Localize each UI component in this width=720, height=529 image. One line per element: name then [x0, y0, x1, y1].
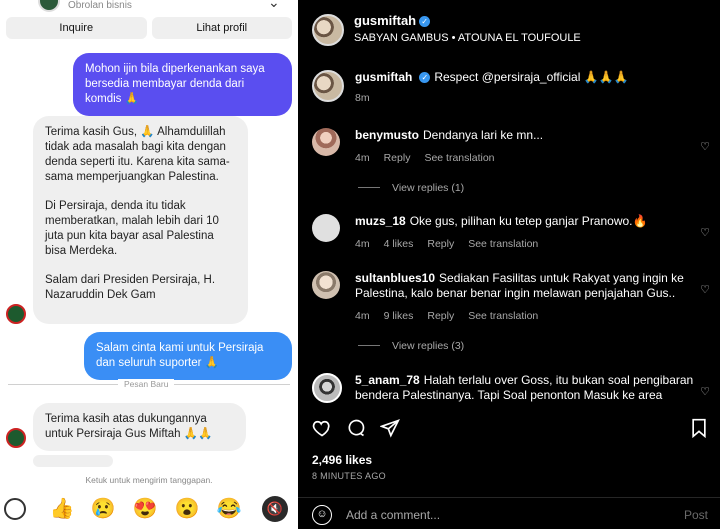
see-translation-button[interactable]: See translation [468, 238, 538, 250]
comment-text: Oke gus, pilihan ku tetep ganjar Pranowo… [409, 214, 648, 228]
caption-time: 8m [355, 92, 370, 104]
share-icon[interactable] [379, 418, 400, 443]
avatar[interactable] [312, 271, 340, 299]
message-text: Terima kasih Gus, 🙏 Alhamdulillah tidak … [45, 126, 230, 183]
emoji-icon[interactable]: ☺ [312, 505, 332, 525]
post-button[interactable]: Post [684, 508, 708, 522]
caption-username[interactable]: gusmiftah [355, 70, 412, 84]
verified-icon: ✓ [419, 72, 431, 83]
message-text: Di Persiraja, denda itu tidak memberatka… [45, 200, 219, 257]
chevron-down-icon[interactable]: ⌄ [268, 0, 280, 11]
divider-label: Pesan Baru [118, 379, 175, 389]
message-outgoing[interactable]: Mohon ijin bila diperkenankan saya berse… [73, 53, 292, 116]
comment-icon[interactable] [346, 418, 366, 443]
comment-body: benymusto Dendanya lari ke mn... 4m Reply S… [355, 128, 695, 166]
bookmark-icon[interactable] [690, 418, 708, 443]
reaction-hint: Ketuk untuk mengirim tanggapan. [85, 475, 213, 485]
comment-time: 4m [355, 238, 370, 250]
message-incoming-partial [33, 455, 113, 467]
comment-likes[interactable]: 9 likes [384, 310, 414, 322]
reaction-surprised[interactable]: 😮 [172, 494, 202, 524]
like-heart-icon[interactable] [312, 418, 332, 443]
reaction-heart-eyes[interactable]: 😍 [130, 494, 160, 524]
avatar[interactable] [312, 373, 342, 403]
message-text: Mohon ijin bila diperkenankan saya berse… [85, 63, 265, 105]
message-text: Salam dari Presiden Persiraja, H. Nazaru… [45, 274, 216, 301]
caption-text: Respect @persiraja_official 🙏🙏🙏 [434, 70, 629, 84]
avatar[interactable] [312, 70, 344, 102]
comment-time: 4m [355, 310, 370, 322]
see-translation-button[interactable]: See translation [468, 310, 538, 322]
caption-body: gusmiftah ✓ Respect @persiraja_official 🙏🙏… [355, 70, 695, 106]
chat-panel: Obrolan bisnis ⌄ Inquire Lihat profil Mo… [0, 0, 298, 529]
reply-button[interactable]: Reply [427, 310, 454, 322]
reaction-crying[interactable]: 😢 [88, 494, 118, 524]
post-audio[interactable]: SABYAN GAMBUS • ATOUNA EL TOUFOULE [354, 32, 581, 44]
caption-meta: 8m [355, 91, 695, 106]
divider [358, 345, 380, 346]
chat-header: Obrolan bisnis ⌄ [0, 0, 298, 14]
comment-username[interactable]: benymusto [355, 128, 419, 142]
heart-icon[interactable]: ♡ [700, 226, 710, 239]
heart-icon[interactable]: ♡ [700, 385, 710, 398]
view-replies-label: View replies (3) [392, 340, 465, 352]
like-count[interactable]: 2,496 likes [312, 453, 372, 467]
comment-body: 5_anam_78 Halah terlalu over Goss, itu bu… [355, 373, 695, 403]
reaction-bar: 👍 😢 😍 😮 😂 🔇 [0, 494, 298, 529]
view-replies-button[interactable]: View replies (3) [358, 340, 464, 352]
comment-username[interactable]: 5_anam_78 [355, 373, 420, 387]
inquire-button[interactable]: Inquire [6, 17, 147, 39]
sender-avatar[interactable] [6, 428, 26, 448]
chat-avatar[interactable] [38, 0, 60, 12]
verified-icon: ✓ [419, 16, 431, 27]
view-replies-label: View replies (1) [392, 182, 465, 194]
message-outgoing[interactable]: Salam cinta kami untuk Persiraja dan sel… [84, 332, 292, 380]
reply-button[interactable]: Reply [427, 238, 454, 250]
comment-likes[interactable]: 4 likes [384, 238, 414, 250]
comment-meta: 4m 4 likes Reply See translation [355, 237, 695, 252]
post-actions [312, 418, 708, 442]
avatar[interactable] [312, 128, 340, 156]
comment-meta: 4m 9 likes Reply See translation [355, 309, 695, 324]
chat-subtitle: Obrolan bisnis [68, 0, 132, 11]
divider [358, 187, 380, 188]
comment-body: muzs_18 Oke gus, pilihan ku tetep ganjar … [355, 214, 695, 252]
comment-input[interactable]: Add a comment... [346, 508, 440, 522]
view-replies-button[interactable]: View replies (1) [358, 182, 464, 194]
comment-username[interactable]: muzs_18 [355, 214, 406, 228]
chat-action-row: Inquire Lihat profil [6, 17, 292, 39]
reply-button[interactable]: Reply [384, 152, 411, 164]
divider [298, 497, 720, 498]
see-translation-button[interactable]: See translation [424, 152, 494, 164]
message-text: Terima kasih atas dukungannya untuk Pers… [45, 413, 213, 440]
comment-meta: 4m Reply See translation [355, 151, 695, 166]
sender-avatar[interactable] [6, 304, 26, 324]
comment-body: sultanblues10 Sediakan Fasilitas untuk Ra… [355, 271, 695, 324]
view-profile-button[interactable]: Lihat profil [151, 17, 292, 39]
avatar[interactable] [312, 14, 344, 46]
reaction-laughing[interactable]: 😂 [214, 494, 244, 524]
post-time: 8 MINUTES AGO [312, 471, 386, 481]
message-incoming[interactable]: Terima kasih Gus, 🙏 Alhamdulillah tidak … [33, 116, 248, 324]
message-text: Salam cinta kami untuk Persiraja dan sel… [96, 342, 264, 369]
comment-username[interactable]: sultanblues10 [355, 271, 435, 285]
heart-icon[interactable]: ♡ [700, 140, 710, 153]
post-username[interactable]: gusmiftah [354, 13, 416, 28]
comment-text: Dendanya lari ke mn... [423, 128, 544, 142]
comment-time: 4m [355, 152, 370, 164]
heart-icon[interactable]: ♡ [700, 283, 710, 296]
avatar[interactable] [4, 498, 26, 520]
add-comment-bar: ☺ Add a comment... Post [312, 505, 708, 527]
instagram-post-panel: gusmiftah ✓ SABYAN GAMBUS • ATOUNA EL TOU… [298, 0, 720, 529]
reaction-thumbs-up[interactable]: 👍 [47, 494, 77, 524]
mute-icon[interactable]: 🔇 [262, 496, 288, 522]
post-header: gusmiftah ✓ [354, 12, 431, 30]
message-incoming[interactable]: Terima kasih atas dukungannya untuk Pers… [33, 403, 246, 451]
avatar[interactable] [312, 214, 340, 242]
